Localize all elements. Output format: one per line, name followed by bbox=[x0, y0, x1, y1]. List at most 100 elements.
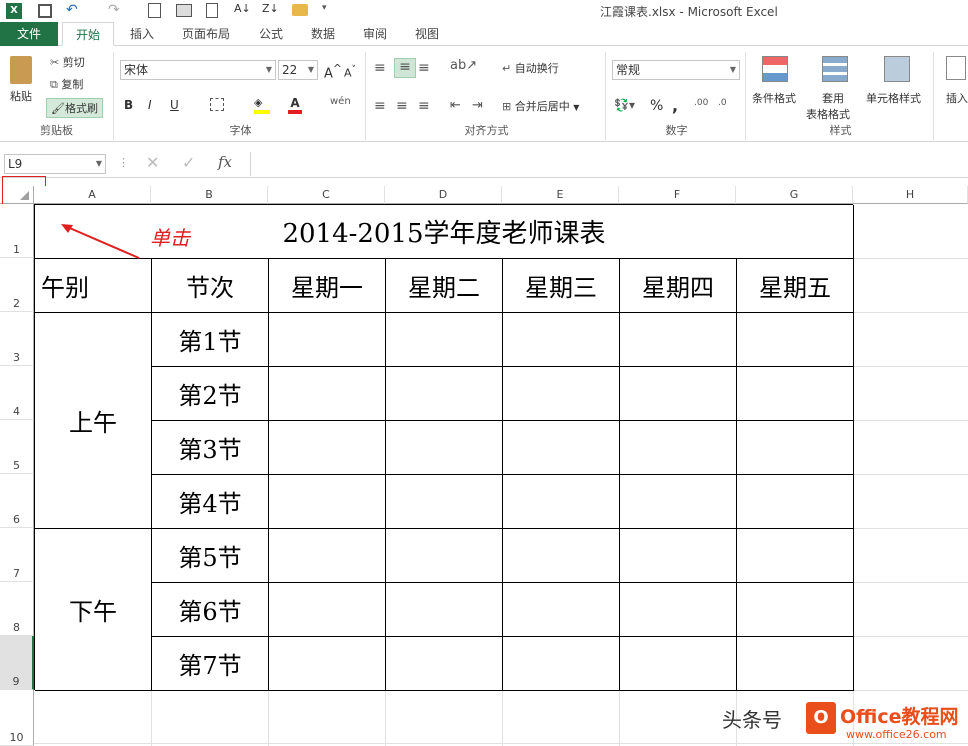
fill-color-icon[interactable]: ◈ bbox=[254, 96, 270, 114]
section-cell[interactable]: 第3节 bbox=[152, 421, 269, 475]
schedule-cell[interactable] bbox=[737, 529, 854, 583]
schedule-cell[interactable] bbox=[620, 529, 737, 583]
schedule-cell[interactable] bbox=[620, 313, 737, 367]
schedule-cell[interactable] bbox=[620, 367, 737, 421]
header-day-cell[interactable]: 星期五 bbox=[737, 259, 854, 313]
font-color-icon[interactable]: A bbox=[288, 96, 302, 114]
schedule-cell[interactable] bbox=[269, 475, 386, 529]
header-section-cell[interactable]: 节次 bbox=[152, 259, 269, 313]
schedule-cell[interactable] bbox=[503, 367, 620, 421]
tab-insert[interactable]: 插入 bbox=[118, 22, 166, 46]
row-header-9[interactable]: 9 bbox=[0, 636, 34, 690]
print-icon[interactable] bbox=[176, 4, 192, 17]
formula-input[interactable] bbox=[250, 152, 968, 176]
schedule-cell[interactable] bbox=[269, 313, 386, 367]
format-table-button-2[interactable]: 表格格式 bbox=[806, 106, 850, 122]
section-cell[interactable]: 第7节 bbox=[152, 637, 269, 691]
schedule-cell[interactable] bbox=[386, 529, 503, 583]
schedule-cell[interactable] bbox=[269, 367, 386, 421]
comma-button[interactable]: , bbox=[672, 96, 678, 115]
morning-cell[interactable]: 上午 bbox=[35, 313, 152, 529]
align-top-icon[interactable]: ≡ bbox=[374, 60, 386, 76]
format-painter-button[interactable]: 🖌格式刷 bbox=[46, 98, 103, 118]
grow-font-icon[interactable]: A^ bbox=[324, 62, 342, 81]
cell-styles-icon[interactable] bbox=[884, 56, 910, 82]
sort-asc-icon[interactable]: A↓ bbox=[234, 2, 251, 15]
schedule-cell[interactable] bbox=[503, 421, 620, 475]
schedule-cell[interactable] bbox=[503, 313, 620, 367]
name-box[interactable]: L9 ▼ bbox=[4, 154, 106, 174]
row-header-10[interactable]: 10 bbox=[0, 690, 34, 746]
row-header-5[interactable]: 5 bbox=[0, 420, 34, 474]
schedule-cell[interactable] bbox=[737, 421, 854, 475]
section-cell[interactable]: 第6节 bbox=[152, 583, 269, 637]
afternoon-cell[interactable]: 下午 bbox=[35, 529, 152, 691]
conditional-format-button[interactable]: 条件格式 bbox=[752, 90, 796, 106]
schedule-cell[interactable] bbox=[737, 475, 854, 529]
schedule-cell[interactable] bbox=[269, 637, 386, 691]
schedule-cell[interactable] bbox=[503, 475, 620, 529]
schedule-cell[interactable] bbox=[386, 367, 503, 421]
schedule-cell[interactable] bbox=[386, 421, 503, 475]
font-name-select[interactable]: 宋体 ▼ bbox=[120, 60, 276, 80]
schedule-cell[interactable] bbox=[620, 583, 737, 637]
section-cell[interactable]: 第5节 bbox=[152, 529, 269, 583]
wrap-text-button[interactable]: ↵ 自动换行 bbox=[502, 60, 559, 76]
schedule-cell[interactable] bbox=[386, 583, 503, 637]
increase-decimal-icon[interactable]: .00 bbox=[694, 98, 708, 108]
row-header-8[interactable]: 8 bbox=[0, 582, 34, 636]
format-table-button[interactable]: 套用 bbox=[822, 90, 844, 106]
column-header-b[interactable]: B bbox=[151, 186, 268, 204]
customize-qat-icon[interactable]: ▾ bbox=[322, 3, 327, 13]
cancel-icon[interactable]: ✕ bbox=[146, 153, 159, 172]
merge-center-button[interactable]: ⊞ 合并后居中 ▼ bbox=[502, 98, 579, 114]
italic-button[interactable]: I bbox=[148, 98, 152, 112]
schedule-cell[interactable] bbox=[386, 475, 503, 529]
align-bottom-icon[interactable]: ≡ bbox=[418, 60, 430, 76]
copy-button[interactable]: ⧉ 复制 bbox=[50, 76, 83, 92]
column-header-e[interactable]: E bbox=[502, 186, 619, 204]
save-icon[interactable] bbox=[38, 4, 52, 18]
align-middle-icon[interactable]: ≡ bbox=[394, 58, 416, 78]
paste-icon[interactable] bbox=[10, 56, 32, 84]
print-preview-icon[interactable] bbox=[148, 3, 161, 18]
currency-icon[interactable]: 💱▾ bbox=[614, 98, 635, 112]
schedule-cell[interactable] bbox=[269, 583, 386, 637]
row-header-1[interactable]: 1 bbox=[0, 204, 34, 258]
tab-page-layout[interactable]: 页面布局 bbox=[172, 22, 240, 46]
column-header-c[interactable]: C bbox=[268, 186, 385, 204]
schedule-cell[interactable] bbox=[503, 529, 620, 583]
underline-button[interactable]: U bbox=[170, 98, 179, 112]
column-header-f[interactable]: F bbox=[619, 186, 736, 204]
row-header-3[interactable]: 3 bbox=[0, 312, 34, 366]
schedule-cell[interactable] bbox=[386, 313, 503, 367]
schedule-cell[interactable] bbox=[386, 637, 503, 691]
schedule-cell[interactable] bbox=[620, 421, 737, 475]
schedule-cell[interactable] bbox=[737, 313, 854, 367]
cell-styles-button[interactable]: 单元格样式 bbox=[866, 90, 921, 106]
open-folder-icon[interactable] bbox=[292, 4, 308, 16]
header-day-cell[interactable]: 星期三 bbox=[503, 259, 620, 313]
cut-button[interactable]: ✂ 剪切 bbox=[50, 54, 85, 70]
border-icon[interactable] bbox=[210, 98, 224, 111]
schedule-cell[interactable] bbox=[737, 637, 854, 691]
insert-function-icon[interactable]: fx bbox=[218, 153, 232, 171]
tab-home[interactable]: 开始 bbox=[62, 22, 114, 46]
schedule-cell[interactable] bbox=[503, 583, 620, 637]
tab-data[interactable]: 数据 bbox=[300, 22, 346, 46]
schedule-cell[interactable] bbox=[620, 475, 737, 529]
undo-icon[interactable]: ↶ bbox=[66, 2, 78, 18]
decrease-indent-icon[interactable]: ⇤ bbox=[450, 98, 461, 113]
font-size-select[interactable]: 22 ▼ bbox=[278, 60, 318, 80]
orientation-icon[interactable]: ab↗ bbox=[450, 58, 477, 73]
format-table-icon[interactable] bbox=[822, 56, 848, 82]
header-period-cell[interactable]: 午别 bbox=[35, 259, 152, 313]
percent-button[interactable]: % bbox=[650, 98, 663, 114]
sort-desc-icon[interactable]: Z↓ bbox=[262, 2, 279, 15]
tab-file[interactable]: 文件 bbox=[0, 22, 58, 46]
row-header-7[interactable]: 7 bbox=[0, 528, 34, 582]
increase-indent-icon[interactable]: ⇥ bbox=[472, 98, 483, 113]
tab-formulas[interactable]: 公式 bbox=[248, 22, 294, 46]
column-header-g[interactable]: G bbox=[736, 186, 853, 204]
shrink-font-icon[interactable]: A˅ bbox=[344, 64, 356, 80]
